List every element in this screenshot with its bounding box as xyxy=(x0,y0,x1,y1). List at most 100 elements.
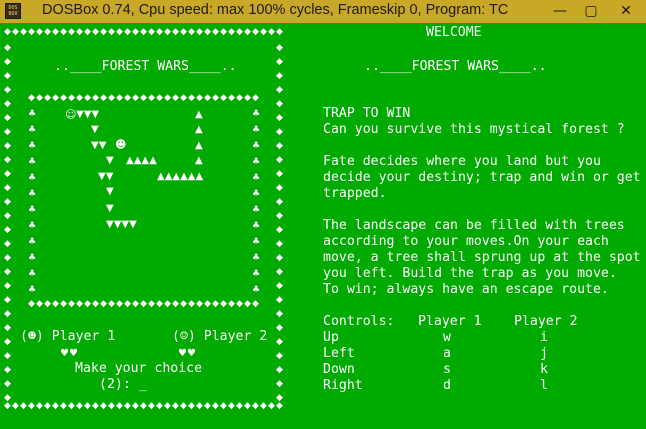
border-diamond: ◆ xyxy=(276,281,283,291)
border-diamond: ◆ xyxy=(180,27,187,37)
border-diamond: ◆ xyxy=(60,27,67,37)
title-bar[interactable]: DOS BOX DOSBox 0.74, Cpu speed: max 100%… xyxy=(0,0,646,23)
close-button[interactable]: ✕ xyxy=(606,0,646,22)
landscape-line: move, a tree shall sprung up at the spot xyxy=(323,250,641,265)
field-border-club: ♣ xyxy=(28,221,37,231)
border-diamond: ◆ xyxy=(4,365,11,375)
border-diamond: ◆ xyxy=(100,27,107,37)
border-diamond: ◆ xyxy=(4,281,11,291)
dos-screen[interactable]: ◆ ◆ ◆ ◆ ◆ ◆ ◆ ◆ ◆ ◆ ◆ ◆ ◆ ◆ ◆ ◆ ◆ ◆ ◆ ◆ ◆ ◆ ◆ ◆ ◆ ◆ ◆ ◆ ◆ ◆ ◆ ◆ ◆ ◆ ◆ ◆ ◆ ◆ ◆ ◆… xyxy=(0,23,646,429)
border-diamond: ◆ xyxy=(52,401,59,411)
player1-token: ☺ xyxy=(65,108,77,121)
field-border-club: ♣ xyxy=(28,125,37,135)
border-diamond: ◆ xyxy=(228,27,235,37)
player1-lives: ♥♥ xyxy=(60,348,78,359)
field-border-club: ♣ xyxy=(28,285,37,295)
border-diamond: ◆ xyxy=(4,183,11,193)
control-action: Left xyxy=(323,346,355,361)
field-border-diamond: ◆ xyxy=(212,93,219,103)
field-border-diamond: ◆ xyxy=(68,299,75,309)
field-border-club: ♣ xyxy=(28,173,37,183)
border-diamond: ◆ xyxy=(204,401,211,411)
border-diamond: ◆ xyxy=(276,337,283,347)
field-border-club: ♣ xyxy=(28,189,37,199)
border-diamond: ◆ xyxy=(276,57,283,67)
field-border-diamond: ◆ xyxy=(132,299,139,309)
field-border-diamond: ◆ xyxy=(28,299,35,309)
border-diamond: ◆ xyxy=(276,197,283,207)
tree-cluster: ▲ xyxy=(195,109,203,120)
field-border-diamond: ◆ xyxy=(92,299,99,309)
border-diamond: ◆ xyxy=(276,225,283,235)
field-border-diamond: ◆ xyxy=(164,93,171,103)
border-diamond: ◆ xyxy=(4,253,11,263)
control-action: Up xyxy=(323,330,339,345)
field-border-club: ♣ xyxy=(28,109,37,119)
border-diamond: ◆ xyxy=(180,401,187,411)
border-diamond: ◆ xyxy=(12,27,19,37)
border-diamond: ◆ xyxy=(4,337,11,347)
border-diamond: ◆ xyxy=(228,401,235,411)
border-diamond: ◆ xyxy=(116,401,123,411)
control-key-p2: k xyxy=(540,362,548,377)
border-diamond: ◆ xyxy=(276,379,283,389)
field-border-diamond: ◆ xyxy=(76,93,83,103)
border-diamond: ◆ xyxy=(4,85,11,95)
border-diamond: ◆ xyxy=(164,27,171,37)
border-diamond: ◆ xyxy=(220,27,227,37)
field-border-diamond: ◆ xyxy=(228,299,235,309)
border-diamond: ◆ xyxy=(268,27,275,37)
border-diamond: ◆ xyxy=(4,43,11,53)
field-border-club: ♣ xyxy=(28,157,37,167)
field-border-diamond: ◆ xyxy=(84,299,91,309)
field-border-diamond: ◆ xyxy=(108,299,115,309)
minimize-button[interactable]: — xyxy=(545,0,575,22)
border-diamond: ◆ xyxy=(276,141,283,151)
border-diamond: ◆ xyxy=(4,323,11,333)
maximize-button[interactable]: ▢ xyxy=(576,0,606,22)
border-diamond: ◆ xyxy=(20,27,27,37)
border-diamond: ◆ xyxy=(4,309,11,319)
border-diamond: ◆ xyxy=(252,27,259,37)
border-diamond: ◆ xyxy=(156,401,163,411)
border-diamond: ◆ xyxy=(220,401,227,411)
border-diamond: ◆ xyxy=(212,401,219,411)
field-border-diamond: ◆ xyxy=(252,93,259,103)
border-diamond: ◆ xyxy=(260,27,267,37)
field-border-diamond: ◆ xyxy=(76,299,83,309)
border-diamond: ◆ xyxy=(276,43,283,53)
border-diamond: ◆ xyxy=(276,183,283,193)
border-diamond: ◆ xyxy=(36,401,43,411)
border-diamond: ◆ xyxy=(44,401,51,411)
field-border-diamond: ◆ xyxy=(44,93,51,103)
border-diamond: ◆ xyxy=(4,27,11,37)
choice-input[interactable]: (2): _ xyxy=(99,377,147,393)
border-diamond: ◆ xyxy=(212,27,219,37)
border-diamond: ◆ xyxy=(4,379,11,389)
field-border-diamond: ◆ xyxy=(180,93,187,103)
border-diamond: ◆ xyxy=(148,401,155,411)
control-key-p2: l xyxy=(540,378,548,393)
border-diamond: ◆ xyxy=(140,27,147,37)
dosbox-app-icon[interactable]: DOS BOX xyxy=(5,3,21,19)
field-border-diamond: ◆ xyxy=(92,93,99,103)
tree-cluster: ▼ xyxy=(106,203,114,214)
border-diamond: ◆ xyxy=(52,27,59,37)
field-border-diamond: ◆ xyxy=(228,93,235,103)
field-border-diamond: ◆ xyxy=(108,93,115,103)
border-diamond: ◆ xyxy=(92,27,99,37)
tree-cluster: ▲ xyxy=(195,124,203,135)
field-border-diamond: ◆ xyxy=(252,299,259,309)
field-border-club: ♣ xyxy=(252,125,261,135)
border-diamond: ◆ xyxy=(268,401,275,411)
border-diamond: ◆ xyxy=(4,99,11,109)
border-diamond: ◆ xyxy=(76,401,83,411)
field-border-diamond: ◆ xyxy=(172,93,179,103)
field-border-club: ♣ xyxy=(28,141,37,151)
landscape-line: you left. Build the trap as you move. xyxy=(323,266,617,281)
control-key-p1: w xyxy=(443,330,451,345)
border-diamond: ◆ xyxy=(156,27,163,37)
field-border-diamond: ◆ xyxy=(36,93,43,103)
border-diamond: ◆ xyxy=(172,27,179,37)
field-border-diamond: ◆ xyxy=(188,299,195,309)
